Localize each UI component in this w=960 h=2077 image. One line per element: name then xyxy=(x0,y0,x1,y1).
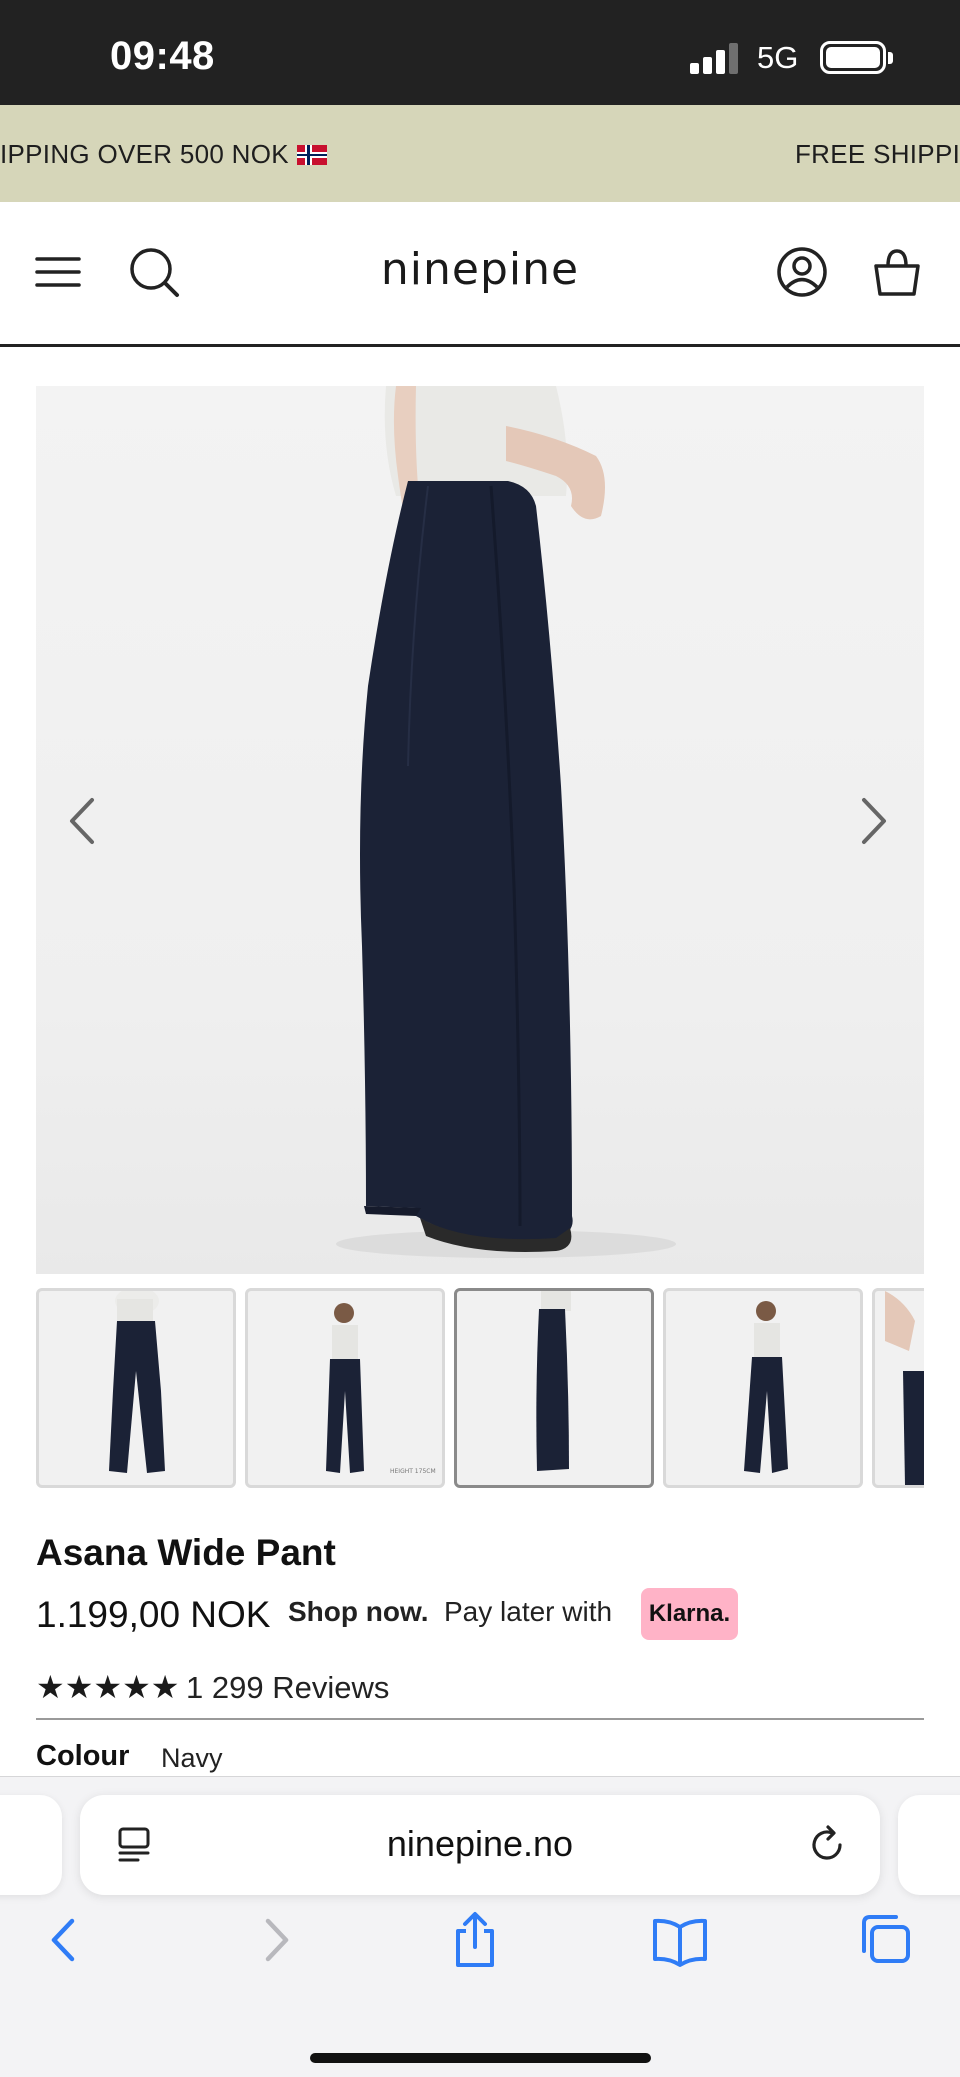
home-indicator xyxy=(310,2053,651,2063)
klarna-badge[interactable]: Klarna. xyxy=(641,1588,738,1640)
back-icon[interactable] xyxy=(30,1905,100,1975)
status-bar: 09:48 5G xyxy=(0,0,960,105)
site-logo[interactable]: ninepine xyxy=(280,244,680,295)
rating-stars: ★★★★★ xyxy=(36,1669,180,1705)
thumbnail-1[interactable] xyxy=(36,1288,236,1488)
divider xyxy=(36,1718,924,1720)
reload-icon[interactable] xyxy=(806,1823,850,1867)
search-icon[interactable] xyxy=(124,242,184,302)
next-tab-card[interactable] xyxy=(898,1795,960,1895)
thumbnail-strip: HEIGHT 175CM xyxy=(36,1288,924,1488)
account-icon[interactable] xyxy=(772,242,832,302)
carousel-prev-arrow-icon[interactable] xyxy=(54,786,114,856)
url-text: ninepine.no xyxy=(386,1823,574,1864)
thumbnail-5[interactable] xyxy=(872,1288,924,1488)
share-icon[interactable] xyxy=(440,1905,510,1975)
forward-icon[interactable] xyxy=(240,1905,310,1975)
cellular-signal-icon xyxy=(690,42,740,74)
reviews-count-link[interactable]: 1 299 Reviews xyxy=(186,1670,389,1706)
network-type: 5G xyxy=(757,40,799,75)
thumbnail-2[interactable]: HEIGHT 175CM xyxy=(245,1288,445,1488)
klarna-pay-later-text: Pay later with xyxy=(444,1596,613,1627)
norway-flag-icon xyxy=(296,145,327,165)
site-header: ninepine xyxy=(0,202,960,347)
colour-label: Colour xyxy=(36,1740,130,1772)
previous-tab-card[interactable] xyxy=(0,1795,62,1895)
announcement-text: IPPING OVER 500 NOK xyxy=(0,139,327,170)
colour-value: Navy xyxy=(161,1743,223,1773)
product-photo-illustration xyxy=(336,386,676,1258)
battery-icon xyxy=(820,41,886,74)
battery-tip xyxy=(888,52,893,64)
browser-toolbar: ninepine.no xyxy=(0,1776,960,2077)
bookmarks-icon[interactable] xyxy=(645,1905,715,1975)
announcement-text-next: FREE SHIPPI xyxy=(795,139,960,169)
product-price: 1.199,00 NOK xyxy=(36,1594,271,1635)
menu-icon[interactable] xyxy=(28,242,88,302)
svg-text:HEIGHT 175CM: HEIGHT 175CM xyxy=(390,1468,436,1475)
announcement-text-partial: IPPING OVER 500 NOK xyxy=(0,139,289,169)
address-bar[interactable]: ninepine.no xyxy=(80,1795,880,1895)
klarna-shop-now: Shop now. xyxy=(288,1596,429,1627)
thumbnail-3[interactable] xyxy=(454,1288,654,1488)
status-time: 09:48 xyxy=(110,34,215,78)
product-main-image[interactable] xyxy=(36,386,924,1274)
carousel-next-arrow-icon[interactable] xyxy=(842,786,902,856)
tabs-icon[interactable] xyxy=(850,1905,920,1975)
product-title: Asana Wide Pant xyxy=(36,1532,336,1573)
cart-icon[interactable] xyxy=(867,242,927,302)
announcement-bar: IPPING OVER 500 NOK FREE SHIPPI xyxy=(0,105,960,202)
thumbnail-4[interactable] xyxy=(663,1288,863,1488)
